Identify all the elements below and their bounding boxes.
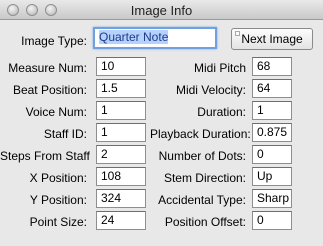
staff-id-field[interactable]: 1 [96,123,146,142]
accidental-type-field[interactable]: Sharp [252,189,292,208]
duration-field[interactable]: 1 [252,101,292,120]
number-of-dots-label: Number of Dots: [158,149,246,163]
x-position-label: X Position: [29,171,87,185]
midi-pitch-field[interactable]: 68 [252,57,292,76]
measure-num-field[interactable]: 10 [96,57,146,76]
title-bar[interactable]: Image Info [0,0,323,20]
steps-from-staff-field[interactable]: 2 [96,145,146,164]
image-info-window: Image Info Image Type: Quarter Note Next… [0,0,323,246]
y-position-field[interactable]: 324 [96,189,146,208]
image-type-field[interactable]: Quarter Note [93,27,217,49]
position-offset-label: Position Offset: [164,215,246,229]
x-position-field[interactable]: 108 [96,167,146,186]
next-image-button[interactable]: Next Image [231,28,313,50]
voice-num-label: Voice Num: [25,105,87,119]
midi-pitch-label: Midi Pitch [193,61,246,75]
point-size-field[interactable]: 24 [96,211,146,230]
number-of-dots-field[interactable]: 0 [252,145,292,164]
staff-id-label: Staff ID: [43,127,87,141]
window-title: Image Info [130,3,193,18]
stem-direction-label: Stem Direction: [163,171,246,185]
playback-duration-field[interactable]: 0.875 [252,123,292,142]
beat-position-field[interactable]: 1.5 [96,79,146,98]
playback-duration-label: Playback Duration: [150,127,251,141]
voice-num-field[interactable]: 1 [96,101,146,120]
measure-num-label: Measure Num: [8,61,87,75]
accidental-type-label: Accidental Type: [158,193,246,207]
y-position-label: Y Position: [29,193,87,207]
steps-from-staff-label: Steps From Staff [0,149,90,163]
position-offset-field[interactable]: 0 [252,211,292,230]
point-size-label: Point Size: [29,215,87,229]
beat-position-label: Beat Position: [12,83,87,97]
content-area: Image Type: Quarter Note Next Image Meas… [0,21,323,246]
midi-velocity-label: Midi Velocity: [175,83,246,97]
midi-velocity-field[interactable]: 64 [252,79,292,98]
image-type-label: Image Type: [21,34,87,48]
button-corner-icon [235,31,240,36]
stem-direction-field[interactable]: Up [252,167,292,186]
duration-label: Duration: [197,105,246,119]
